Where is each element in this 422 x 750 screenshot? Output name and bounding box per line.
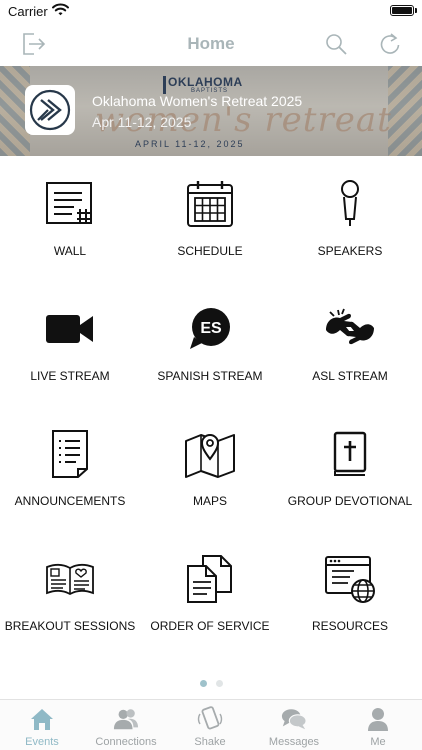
tab-label: Messages bbox=[268, 736, 320, 748]
event-banner[interactable]: OKLAHOMA BAPTISTS women's retreat APRIL … bbox=[0, 66, 422, 156]
event-logo bbox=[25, 85, 75, 135]
bible-icon bbox=[324, 428, 376, 480]
refresh-icon bbox=[380, 33, 400, 54]
tile-group-devotional[interactable]: GROUP DEVOTIONAL bbox=[280, 408, 420, 533]
tile-label: BREAKOUT SESSIONS bbox=[4, 619, 136, 633]
tile-asl-stream[interactable]: ASL STREAM bbox=[280, 283, 420, 408]
tile-announcements[interactable]: ANNOUNCEMENTS bbox=[0, 408, 140, 533]
tile-label: WALL bbox=[53, 244, 87, 258]
wall-icon bbox=[44, 178, 96, 230]
people-icon bbox=[113, 706, 139, 732]
map-pin-icon bbox=[184, 428, 236, 480]
battery-nub bbox=[415, 8, 417, 13]
tile-speakers[interactable]: SPEAKERS bbox=[280, 158, 420, 283]
house-icon bbox=[29, 706, 55, 732]
tab-bar: Events Connections Shake Messages Me bbox=[0, 699, 422, 750]
tile-label: SPANISH STREAM bbox=[157, 369, 263, 383]
tile-label: LIVE STREAM bbox=[30, 369, 110, 383]
sign-language-icon bbox=[324, 303, 376, 355]
video-camera-icon bbox=[44, 303, 96, 355]
tab-me[interactable]: Me bbox=[336, 700, 420, 750]
tab-events[interactable]: Events bbox=[0, 700, 84, 750]
tile-label: SPEAKERS bbox=[317, 244, 383, 258]
page-title: Home bbox=[187, 34, 235, 53]
page-dot[interactable] bbox=[215, 680, 223, 687]
chevron-logo-icon bbox=[29, 89, 71, 131]
tile-breakout-sessions[interactable]: BREAKOUT SESSIONS bbox=[0, 533, 140, 658]
tile-maps[interactable]: MAPS bbox=[140, 408, 280, 533]
banner-org-mark bbox=[163, 76, 166, 94]
banner-printed-date: APRIL 11-12, 2025 bbox=[135, 139, 245, 149]
es-badge-text: ES bbox=[200, 320, 222, 337]
banner-org-name: OKLAHOMA bbox=[168, 75, 243, 89]
tile-schedule[interactable]: SCHEDULE bbox=[140, 158, 280, 283]
tile-label: ASL STREAM bbox=[312, 369, 388, 383]
tile-spanish-stream[interactable]: ES SPANISH STREAM bbox=[140, 283, 280, 408]
open-book-icon bbox=[44, 553, 96, 605]
tile-label: MAPS bbox=[192, 494, 227, 508]
tile-label: GROUP DEVOTIONAL bbox=[287, 494, 413, 508]
tab-label: Me bbox=[370, 736, 386, 748]
status-bar: Carrier bbox=[0, 0, 422, 22]
carrier-label: Carrier bbox=[8, 4, 48, 19]
tile-label: SCHEDULE bbox=[177, 244, 243, 258]
document-list-icon bbox=[44, 428, 96, 480]
wifi-icon bbox=[52, 3, 69, 21]
tile-order-of-service[interactable]: ORDER OF SERVICE bbox=[140, 533, 280, 658]
tab-connections[interactable]: Connections bbox=[84, 700, 168, 750]
navigation-bar: Home bbox=[0, 22, 422, 66]
banner-tile-pattern-right bbox=[388, 66, 422, 156]
tile-label: ANNOUNCEMENTS bbox=[14, 494, 126, 508]
event-title: Oklahoma Women's Retreat 2025 bbox=[92, 93, 303, 109]
tile-label: ORDER OF SERVICE bbox=[150, 619, 270, 633]
tile-wall[interactable]: WALL bbox=[0, 158, 140, 283]
microphone-icon bbox=[324, 178, 376, 230]
page-dot-active[interactable] bbox=[199, 680, 207, 687]
feature-grid: WALL SCHEDULE SPEAKERS LIVE STREAM ES SP… bbox=[0, 158, 422, 678]
documents-icon bbox=[184, 553, 236, 605]
tab-label: Connections bbox=[95, 736, 157, 748]
tab-label: Shake bbox=[194, 736, 226, 748]
event-dates: Apr 11-12, 2025 bbox=[92, 114, 192, 130]
tab-shake[interactable]: Shake bbox=[168, 700, 252, 750]
search-icon bbox=[326, 34, 347, 55]
battery-icon bbox=[390, 5, 414, 16]
tile-live-stream[interactable]: LIVE STREAM bbox=[0, 283, 140, 408]
web-globe-icon bbox=[324, 553, 376, 605]
calendar-icon bbox=[184, 178, 236, 230]
page-indicator[interactable] bbox=[0, 680, 422, 690]
es-speech-bubble-icon: ES bbox=[184, 303, 236, 355]
refresh-button[interactable] bbox=[374, 28, 406, 60]
tab-label: Events bbox=[25, 736, 59, 748]
person-icon bbox=[365, 706, 391, 732]
tab-messages[interactable]: Messages bbox=[252, 700, 336, 750]
shake-phone-icon bbox=[197, 706, 223, 732]
tile-resources[interactable]: RESOURCES bbox=[280, 533, 420, 658]
search-button[interactable] bbox=[320, 28, 352, 60]
tile-label: RESOURCES bbox=[311, 619, 388, 633]
chat-bubbles-icon bbox=[281, 706, 307, 732]
